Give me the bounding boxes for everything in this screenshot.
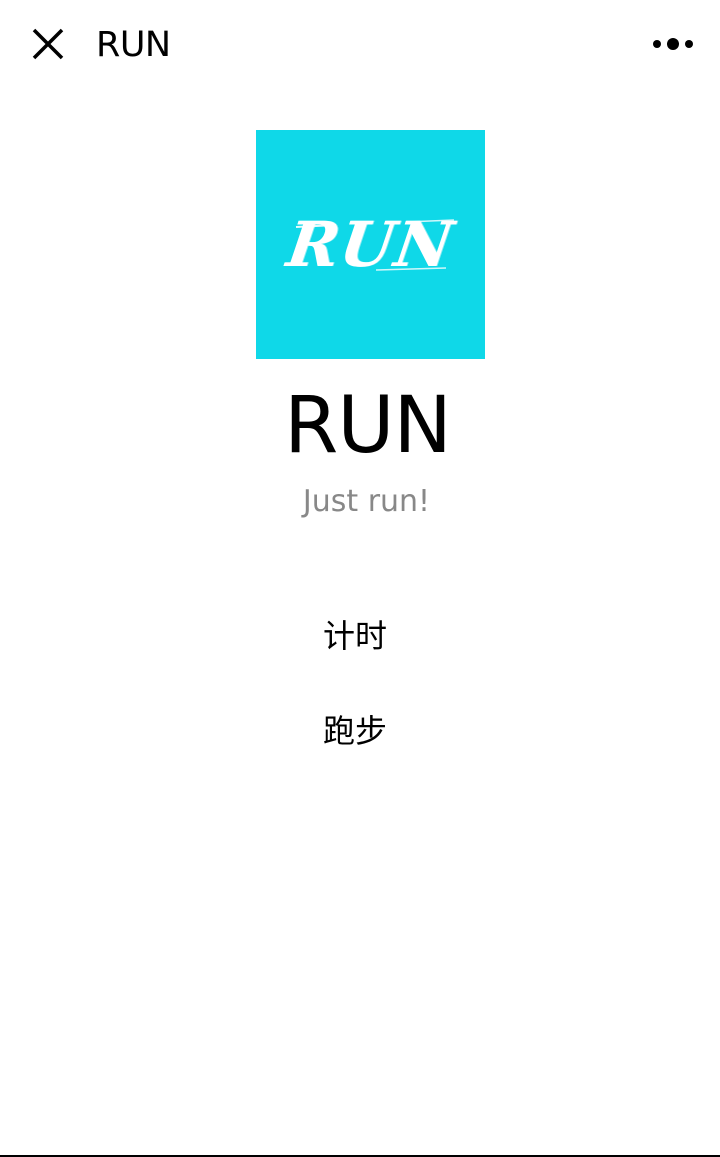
top-navigation-bar: RUN <box>0 0 720 88</box>
mini-program-page: RUN RUN RUN Just run! 计时 跑步 <box>0 0 720 1157</box>
more-options-button[interactable] <box>648 28 698 60</box>
app-name: RUN <box>284 381 452 471</box>
app-logo: RUN <box>256 130 485 359</box>
app-slogan: Just run! <box>302 484 431 519</box>
close-button[interactable] <box>26 22 70 66</box>
navbar-title: RUN <box>96 25 171 65</box>
more-dots-icon <box>653 38 693 50</box>
logo-text: RUN <box>282 208 459 281</box>
close-icon <box>32 28 64 60</box>
menu-item-run[interactable]: 跑步 <box>260 703 450 759</box>
menu-item-timer[interactable]: 计时 <box>260 608 450 664</box>
